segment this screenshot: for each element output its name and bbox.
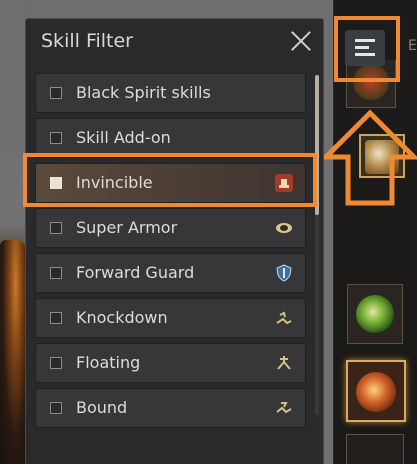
skill-icon — [356, 372, 396, 412]
skill-icon — [356, 295, 394, 333]
filter-label: Floating — [76, 353, 141, 372]
checkbox[interactable] — [50, 312, 62, 324]
filter-label: Knockdown — [76, 308, 168, 327]
filter-row-bound[interactable]: Bound — [35, 388, 306, 428]
super-armor-icon — [276, 223, 292, 233]
forward-guard-icon — [276, 264, 292, 282]
checkbox[interactable] — [50, 402, 62, 414]
panel-title: Skill Filter — [41, 30, 133, 52]
filter-label: Black Spirit skills — [76, 83, 211, 102]
checkbox[interactable] — [50, 357, 62, 369]
filter-row-knockdown[interactable]: Knockdown — [35, 298, 306, 338]
floating-icon — [277, 356, 291, 370]
filter-row-super-armor[interactable]: Super Armor — [35, 208, 306, 248]
filter-row-floating[interactable]: Floating — [35, 343, 306, 383]
filter-row-skill-addon[interactable]: Skill Add-on — [35, 118, 306, 158]
checkbox[interactable] — [50, 87, 62, 99]
checkbox[interactable] — [50, 222, 62, 234]
highlight-box-invincible — [23, 153, 317, 207]
character-figure — [0, 240, 26, 464]
filter-label: Skill Add-on — [76, 128, 171, 147]
skill-slot-bottom[interactable] — [346, 434, 404, 464]
highlight-box-toggle — [334, 16, 400, 82]
skill-filter-panel: Skill Filter Black Spirit skills Skill A… — [25, 18, 324, 464]
sidebar-partial-text: E — [408, 38, 417, 54]
filter-label: Bound — [76, 398, 128, 417]
filter-row-black-spirit[interactable]: Black Spirit skills — [35, 73, 306, 113]
knockdown-icon — [276, 311, 292, 325]
filter-label: Super Armor — [76, 218, 178, 237]
skill-slot-green[interactable] — [347, 284, 403, 344]
bound-icon — [276, 402, 292, 414]
pointer-arrow-icon — [322, 109, 417, 206]
close-icon[interactable] — [288, 28, 314, 54]
skill-slot-fire[interactable] — [346, 360, 406, 422]
filter-label: Forward Guard — [76, 263, 195, 282]
checkbox[interactable] — [50, 132, 62, 144]
filter-row-forward-guard[interactable]: Forward Guard — [35, 253, 306, 293]
checkbox[interactable] — [50, 267, 62, 279]
